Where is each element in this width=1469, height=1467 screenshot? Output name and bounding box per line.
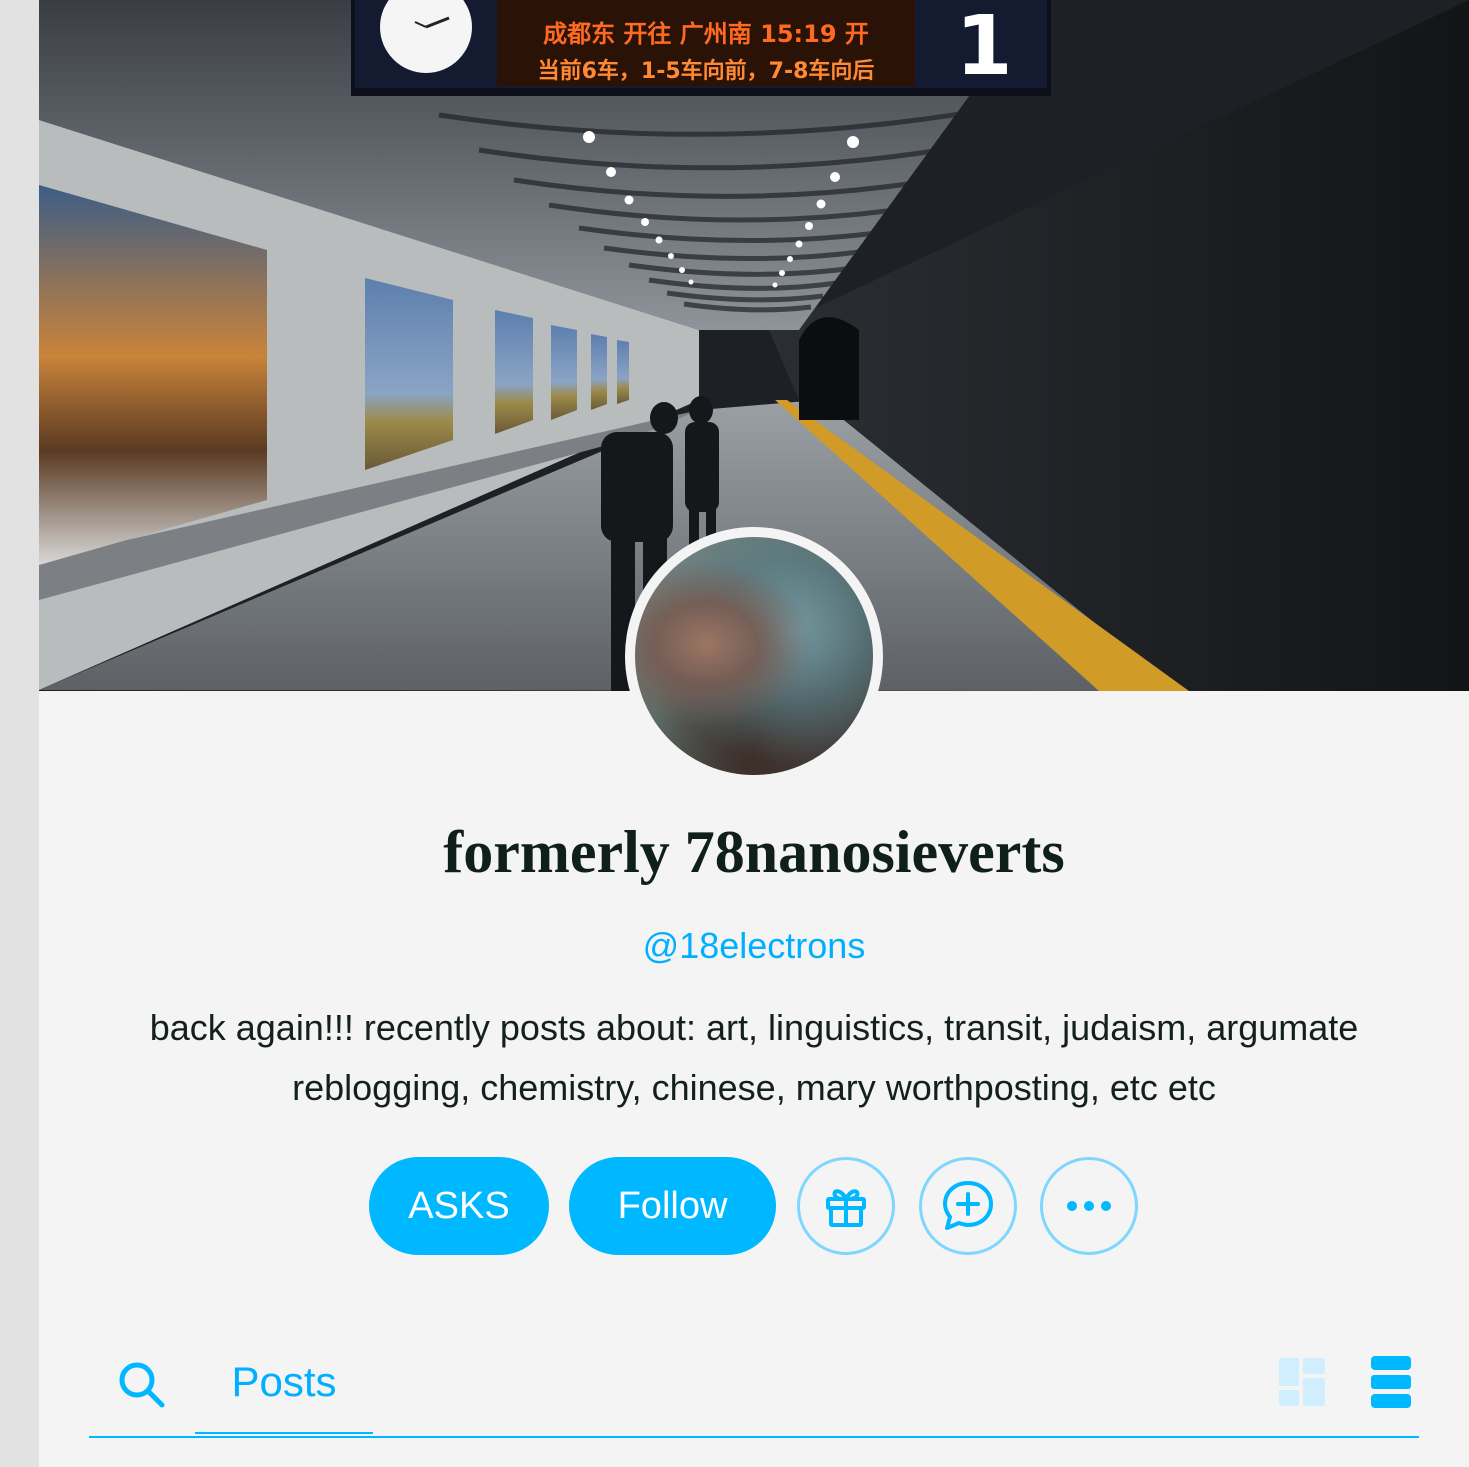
list-view-icon <box>1371 1356 1411 1408</box>
blog-tabs: Posts <box>89 1340 1419 1438</box>
blog-handle[interactable]: @18electrons <box>39 922 1469 970</box>
search-tab[interactable] <box>117 1360 167 1410</box>
follow-button[interactable]: Follow <box>569 1157 776 1255</box>
search-icon <box>119 1362 165 1408</box>
grid-view-toggle[interactable] <box>1279 1358 1327 1406</box>
ask-message-button[interactable] <box>919 1157 1017 1255</box>
avatar-image <box>635 537 873 775</box>
blog-title: formerly 78nanosieverts <box>443 819 1065 885</box>
more-options-button[interactable] <box>1040 1157 1138 1255</box>
grid-view-icon <box>1279 1358 1325 1406</box>
gift-icon <box>826 1189 866 1227</box>
blog-page: 成都东 开往 广州南 15:19 开 当前6车，1-5车向前，7-8车向后 1 … <box>39 0 1469 1467</box>
platform-number: 1 <box>955 0 1012 94</box>
gift-button[interactable] <box>797 1157 895 1255</box>
tab-posts[interactable]: Posts <box>195 1340 373 1434</box>
more-icon <box>1067 1201 1111 1211</box>
avatar[interactable] <box>625 527 883 785</box>
list-view-toggle[interactable] <box>1369 1356 1413 1408</box>
asks-button[interactable]: ASKS <box>369 1157 549 1255</box>
sign-line-1: 成都东 开往 广州南 15:19 开 <box>543 20 869 48</box>
left-margin-strip <box>0 0 39 1467</box>
sign-line-2: 当前6车，1-5车向前，7-8车向后 <box>538 58 875 84</box>
blog-description: back again!!! recently posts about: art,… <box>149 1007 1359 1108</box>
message-plus-icon <box>943 1181 993 1230</box>
